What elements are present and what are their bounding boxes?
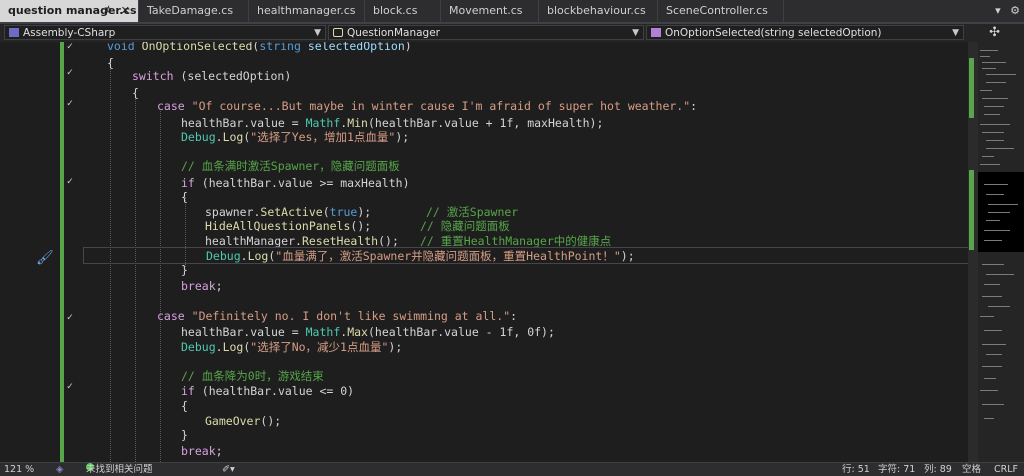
project-dropdown[interactable]: Assembly-CSharp ▼: [4, 25, 326, 40]
minimap-line: [982, 98, 1008, 99]
minimap-line: [986, 82, 1006, 83]
code-line: case "Definitely no. I don't like swimmi…: [157, 309, 518, 323]
change-marker: [969, 170, 974, 250]
minimap-line: [980, 56, 990, 57]
tab-label: Movement.cs: [449, 4, 523, 17]
member-dropdown[interactable]: OnOptionSelected(string selectedOption) …: [646, 25, 964, 40]
minimap-line: [986, 354, 1002, 355]
char-indicator[interactable]: 字符: 71: [878, 463, 915, 476]
minimap-line: [980, 390, 998, 391]
minimap-line: [986, 274, 1014, 275]
tab-takedamage[interactable]: TakeDamage.cs: [139, 0, 249, 22]
tab-label: blockbehaviour.cs: [547, 4, 646, 17]
tab-healthmanager[interactable]: healthmanager.cs: [249, 0, 365, 22]
chevron-down-icon: ▼: [632, 28, 639, 38]
tab-tools: ▾ ⚙: [989, 0, 1020, 22]
minimap-line: [984, 114, 1000, 115]
minimap-line: [986, 148, 1014, 149]
minimap-line: [984, 230, 1010, 231]
project-label: Assembly-CSharp: [23, 27, 116, 39]
minimap-line: [982, 264, 1004, 265]
intellicode-icon[interactable]: ◈: [56, 463, 63, 476]
member-label: OnOptionSelected(string selectedOption): [665, 27, 882, 39]
minimap-line: [980, 90, 992, 91]
code-line: break;: [181, 279, 223, 293]
tab-label: block.cs: [373, 4, 418, 17]
chevron-down-icon: ▼: [314, 28, 321, 38]
minimap-line: [984, 240, 1002, 241]
line-indicator[interactable]: 行: 51: [842, 463, 870, 476]
whitespace-indicator[interactable]: 空格: [962, 463, 981, 476]
tab-label: SceneController.cs: [666, 4, 768, 17]
code-minimap[interactable]: [978, 44, 1024, 460]
code-line: }: [181, 428, 188, 442]
minimap-line: [982, 156, 994, 157]
minimap-line: [980, 164, 1000, 165]
split-editor-icon[interactable]: ✣: [989, 24, 1000, 42]
method-icon: [651, 28, 661, 37]
minimap-line: [986, 74, 1016, 75]
minimap-line: [984, 284, 1000, 285]
minimap-line: [982, 366, 1002, 367]
tab-label: question manager.cs: [8, 4, 137, 17]
minimap-line: [986, 220, 1000, 221]
class-label: QuestionManager: [347, 27, 440, 39]
zoom-level[interactable]: 121 %: [4, 463, 34, 476]
code-line: Debug.Log("选择了Yes，增加1点血量");: [181, 130, 410, 144]
minimap-line: [982, 68, 996, 69]
tab-overflow-icon[interactable]: ▾: [995, 4, 1001, 17]
tab-scenecontroller[interactable]: SceneController.cs: [658, 0, 784, 22]
tab-label: healthmanager.cs: [257, 4, 356, 17]
tab-movement[interactable]: Movement.cs: [441, 0, 539, 22]
change-marker: [969, 58, 974, 118]
column-indicator[interactable]: 列: 89: [924, 463, 952, 476]
tab-blockbehaviour[interactable]: blockbehaviour.cs: [539, 0, 658, 22]
navigation-bar: Assembly-CSharp ▼ QuestionManager ▼ OnOp…: [0, 24, 1024, 43]
tab-question-manager[interactable]: question manager.cs ⊅ ✕: [0, 0, 139, 22]
minimap-line: [980, 50, 998, 51]
minimap-line: [982, 344, 1006, 345]
brush-icon[interactable]: ✐▾: [222, 463, 235, 476]
minimap-line: [982, 296, 1002, 297]
minimap-line: [984, 106, 1004, 107]
code-line: switch (selectedOption): [132, 69, 292, 83]
minimap-line: [986, 140, 1004, 141]
minimap-line: [982, 62, 1006, 63]
minimap-line: [984, 418, 994, 419]
code-line: Debug.Log("选择了No，减少1点血量");: [181, 340, 403, 354]
minimap-line: [988, 204, 1018, 205]
pin-icon[interactable]: ⊅: [104, 0, 112, 22]
minimap-line: [984, 184, 1008, 185]
status-bar: 121 % ◈ 未找到相关问题 ✐▾ 行: 51 字符: 71 列: 89 空格…: [0, 462, 1024, 476]
tab-block[interactable]: block.cs: [365, 0, 441, 22]
code-line: }: [181, 263, 188, 277]
minimap-line: [988, 306, 1010, 307]
minimap-line: [986, 194, 1004, 195]
minimap-line: [982, 132, 1004, 133]
code-line: void OnOptionSelected(string selectedOpt…: [107, 42, 412, 53]
code-line: case "Of course...But maybe in winter ca…: [157, 99, 698, 113]
minimap-line: [980, 316, 994, 317]
class-icon: [333, 28, 343, 37]
scrollbar-track[interactable]: [968, 42, 978, 462]
minimap-line: [982, 404, 1004, 405]
project-icon: [9, 28, 19, 37]
minimap-line: [980, 124, 1010, 125]
minimap-line: [988, 212, 1010, 213]
class-dropdown[interactable]: QuestionManager ▼: [328, 25, 644, 40]
tab-bar: question manager.cs ⊅ ✕ TakeDamage.cs he…: [0, 0, 1024, 24]
tab-label: TakeDamage.cs: [147, 4, 234, 17]
close-icon[interactable]: ✕: [121, 0, 130, 22]
minimap-line: [984, 330, 1002, 331]
code-line: break;: [181, 444, 223, 458]
chevron-down-icon: ▼: [952, 28, 959, 38]
code-editor[interactable]: 🖌 ✓ ✓ ✓ ✓ ✓ ✓ void OnOptionSelected(stri…: [0, 42, 968, 462]
line-ending-indicator[interactable]: CRLF: [994, 463, 1018, 476]
code-line: // 血条满时激活Spawner，隐藏问题面板: [181, 159, 400, 173]
gear-icon[interactable]: ⚙: [1010, 4, 1020, 17]
minimap-line: [984, 378, 996, 379]
vertical-scrollbar[interactable]: [968, 42, 1024, 462]
